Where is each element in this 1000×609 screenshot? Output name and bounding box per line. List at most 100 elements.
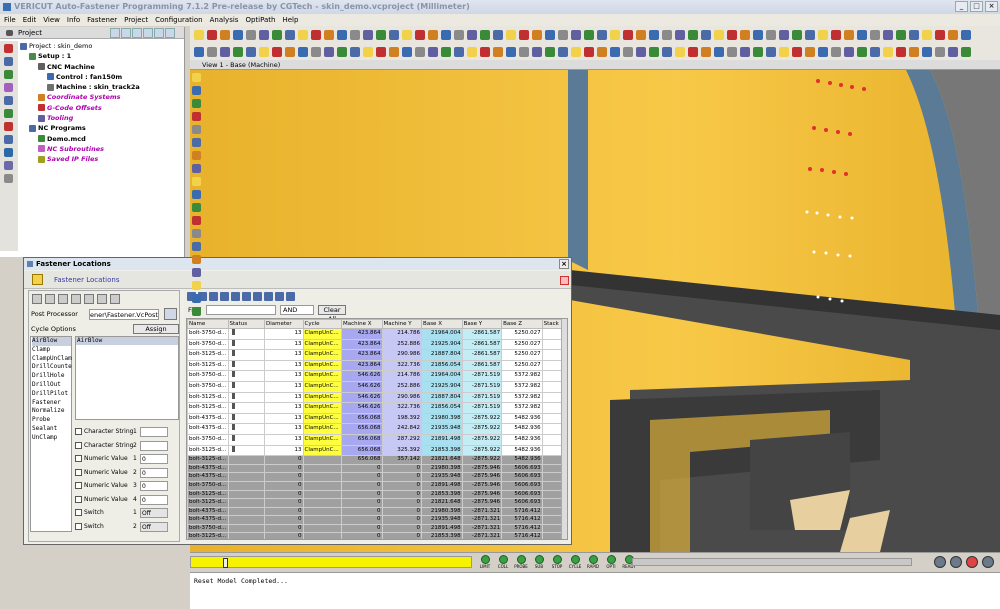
tree-item[interactable]: Demo.mcd: [18, 134, 140, 144]
toolbar-icon[interactable]: [376, 29, 386, 40]
view-tool-icon[interactable]: [192, 268, 201, 277]
toolbar-icon[interactable]: [688, 46, 698, 57]
toolbar-icon[interactable]: [597, 29, 607, 40]
toolbar-icon[interactable]: [922, 46, 932, 57]
toolbar-icon[interactable]: [298, 29, 308, 40]
tree-item[interactable]: CNC Machine: [18, 62, 140, 72]
param-value[interactable]: Off: [140, 508, 168, 518]
toolbar-icon[interactable]: [324, 46, 334, 57]
cycle-item[interactable]: Probe: [32, 416, 71, 425]
cycle-item[interactable]: DrillHole: [32, 372, 71, 381]
tool-icon[interactable]: [231, 292, 240, 301]
tree-tool-icon[interactable]: [110, 28, 120, 38]
menu-project[interactable]: Project: [124, 16, 148, 24]
toolbar-icon[interactable]: [389, 46, 399, 57]
speed-slider[interactable]: [190, 556, 472, 568]
column-header[interactable]: Name: [187, 319, 229, 329]
table-row[interactable]: bolt-4375-d... 0 0 0 21980.398 -2871.321 5716.…: [187, 506, 567, 517]
toolbar-icon[interactable]: [623, 46, 633, 57]
column-header[interactable]: Base X: [421, 319, 463, 329]
column-header[interactable]: Diameter: [264, 319, 304, 329]
column-header[interactable]: Machine Y: [381, 319, 423, 329]
tab-icon[interactable]: [97, 294, 107, 304]
toolbar-icon[interactable]: [493, 46, 503, 57]
dismiss-icon[interactable]: [560, 276, 569, 285]
view-tool-icon[interactable]: [192, 151, 201, 160]
param-value[interactable]: 0: [140, 454, 168, 464]
view-tool-icon[interactable]: [192, 203, 201, 212]
toolbar-icon[interactable]: [779, 46, 789, 57]
toolbar-icon[interactable]: [844, 29, 854, 40]
toolbar-icon[interactable]: [571, 46, 581, 57]
rewind-button[interactable]: [934, 556, 946, 568]
tree-tool-icon[interactable]: [132, 28, 142, 38]
toolbar-icon[interactable]: [376, 46, 386, 57]
toolbar-icon[interactable]: [441, 46, 451, 57]
close-icon[interactable]: ×: [559, 259, 569, 269]
toolbar-icon[interactable]: [532, 29, 542, 40]
tree-tool-icon[interactable]: [165, 28, 175, 38]
param-value[interactable]: [140, 427, 168, 437]
toolbar-icon[interactable]: [402, 29, 412, 40]
column-header[interactable]: Machine X: [341, 319, 383, 329]
tool-icon[interactable]: [4, 174, 13, 183]
menu-help[interactable]: Help: [282, 16, 298, 24]
toolbar-icon[interactable]: [935, 29, 945, 40]
toolbar-icon[interactable]: [363, 46, 373, 57]
tool-icon[interactable]: [4, 135, 13, 144]
table-row[interactable]: bolt-3125-d... 0 0 0 21821.648 -2875.946 5606.…: [187, 498, 567, 508]
table-row[interactable]: bolt-3125-d... 13 ClampUnC... 423.864 322.73…: [187, 359, 567, 372]
toolbar-icon[interactable]: [649, 29, 659, 40]
toolbar-icon[interactable]: [506, 46, 516, 57]
play-button[interactable]: [982, 556, 994, 568]
param-checkbox[interactable]: [75, 455, 82, 462]
tree-item[interactable]: NC Programs: [18, 123, 140, 133]
param-checkbox[interactable]: [75, 428, 82, 435]
toolbar-icon[interactable]: [675, 46, 685, 57]
toolbar-icon[interactable]: [441, 29, 451, 40]
tree-item[interactable]: NC Subroutines: [18, 144, 140, 154]
toolbar-icon[interactable]: [740, 29, 750, 40]
table-row[interactable]: bolt-3125-d... 13 ClampUnC... 656.068 325.39…: [187, 444, 567, 457]
tab-icon[interactable]: [45, 294, 55, 304]
tab-icon[interactable]: [84, 294, 94, 304]
toolbar-icon[interactable]: [792, 46, 802, 57]
toolbar-icon[interactable]: [415, 29, 425, 40]
step-button[interactable]: [950, 556, 962, 568]
toolbar-icon[interactable]: [597, 46, 607, 57]
menu-view[interactable]: View: [43, 16, 60, 24]
tree-item[interactable]: Coordinate Systems: [18, 92, 140, 102]
toolbar-icon[interactable]: [753, 29, 763, 40]
cycle-item[interactable]: Fastener: [32, 399, 71, 408]
table-row[interactable]: bolt-3750-d... 13 ClampUnC... 423.864 214.78…: [187, 328, 567, 340]
toolbar-icon[interactable]: [831, 46, 841, 57]
view-tool-icon[interactable]: [192, 229, 201, 238]
view-tool-icon[interactable]: [192, 294, 201, 303]
toolbar-icon[interactable]: [454, 46, 464, 57]
column-header[interactable]: Cycle: [302, 319, 342, 329]
column-header[interactable]: Base Z: [501, 319, 543, 329]
table-row[interactable]: bolt-3750-d... 13 ClampUnC... 656.068 287.29…: [187, 433, 567, 446]
toolbar-icon[interactable]: [805, 29, 815, 40]
toolbar-icon[interactable]: [285, 46, 295, 57]
tree-item[interactable]: Project : skin_demo: [18, 41, 140, 51]
toolbar-icon[interactable]: [584, 29, 594, 40]
param-checkbox[interactable]: [75, 441, 82, 449]
toolbar-icon[interactable]: [636, 29, 646, 40]
tree-tool-icon[interactable]: [154, 28, 164, 38]
toolbar-icon[interactable]: [610, 29, 620, 40]
and-select[interactable]: AND: [280, 305, 314, 315]
tree-item[interactable]: Tooling: [18, 113, 140, 123]
toolbar-icon[interactable]: [246, 29, 256, 40]
toolbar-icon[interactable]: [194, 29, 204, 40]
tool-icon[interactable]: [4, 70, 13, 79]
param-checkbox[interactable]: [75, 509, 82, 516]
table-row[interactable]: bolt-4375-d... 13 ClampUnC... 656.068 242.84…: [187, 423, 567, 435]
toolbar-icon[interactable]: [766, 46, 776, 57]
toolbar-icon[interactable]: [779, 29, 789, 40]
stop-button[interactable]: [966, 556, 978, 568]
toolbar-icon[interactable]: [714, 46, 724, 57]
view-tool-icon[interactable]: [192, 177, 201, 186]
table-row[interactable]: bolt-4375-d... 13 ClampUnC... 656.068 198.39…: [187, 412, 567, 425]
menu-configuration[interactable]: Configuration: [155, 16, 202, 24]
